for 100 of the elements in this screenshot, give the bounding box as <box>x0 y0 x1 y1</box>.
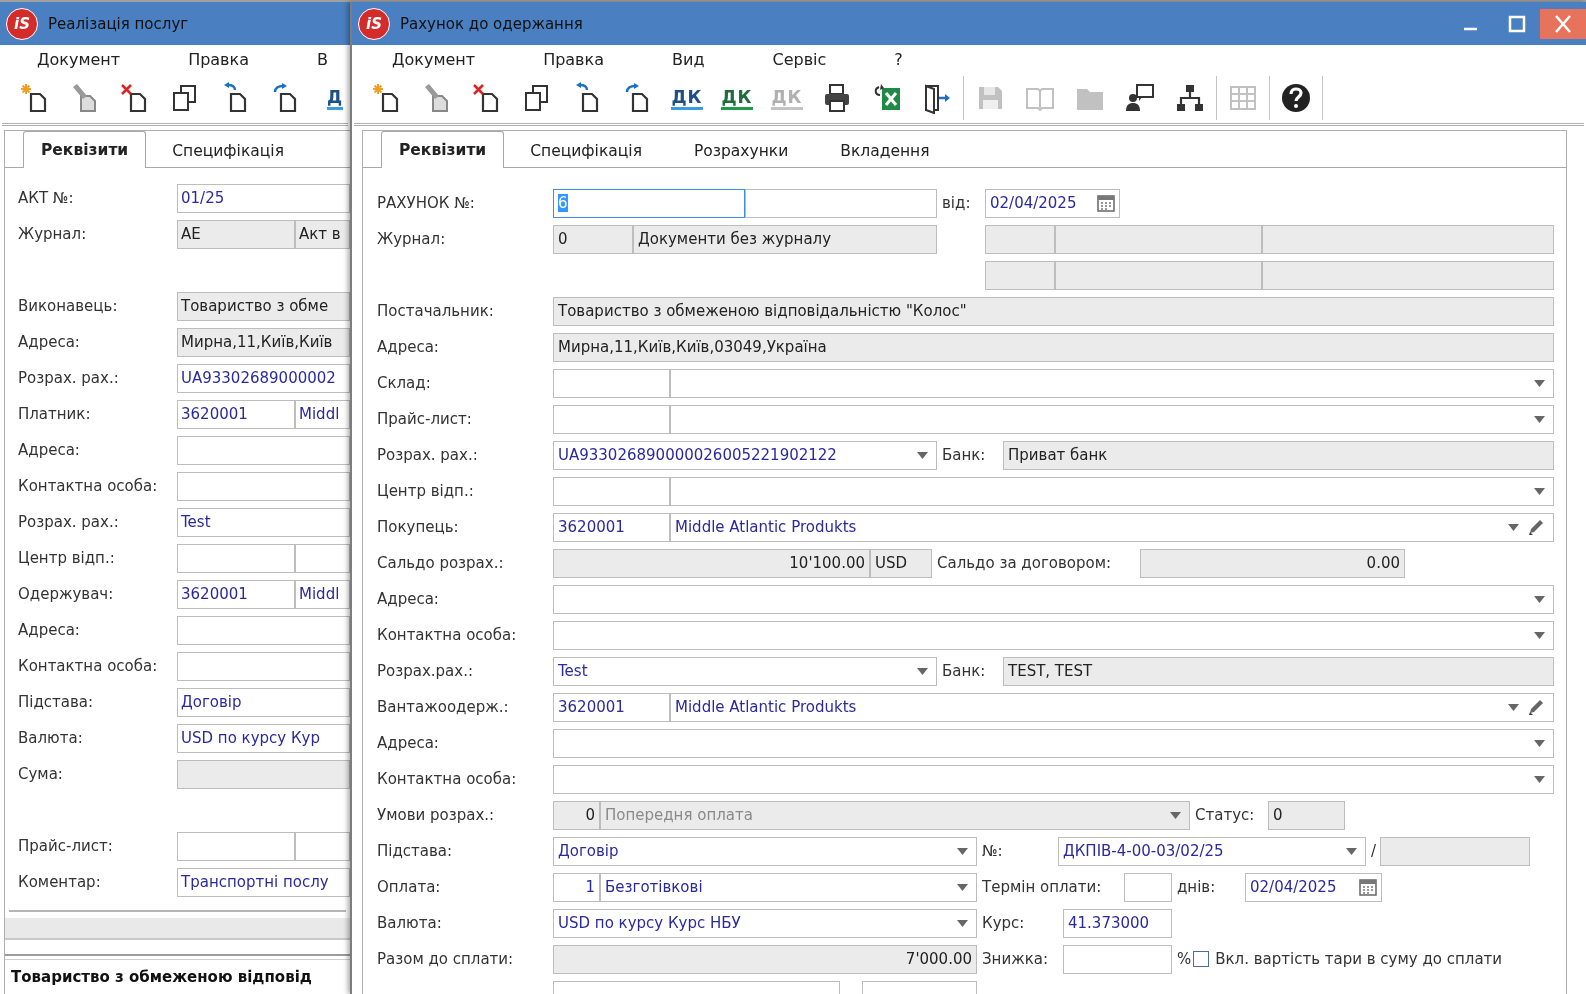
dropdown-field[interactable]: Безготівкові <box>600 872 977 902</box>
field-label: Контактна особа: <box>18 657 158 675</box>
readonly-field: 7'000.00 <box>553 944 977 974</box>
field-label: Центр відп.: <box>377 482 474 500</box>
field-label: Розрах. рах.: <box>377 446 478 464</box>
dropdown-field[interactable] <box>553 728 1554 758</box>
input-field[interactable]: 3620001 <box>177 399 295 429</box>
field-label: Прайс-лист: <box>18 837 113 855</box>
menu-item[interactable]: В <box>317 49 328 69</box>
dropdown-field[interactable] <box>670 368 1554 398</box>
input-field[interactable]: Test <box>177 507 350 537</box>
calendar-icon[interactable] <box>1097 194 1115 212</box>
caret-icon[interactable] <box>957 883 968 891</box>
calendar-icon[interactable] <box>1359 878 1377 896</box>
input-field[interactable]: Middl <box>295 399 350 429</box>
input-field[interactable] <box>1124 872 1172 902</box>
caret-icon[interactable] <box>1534 775 1545 783</box>
field-label: Платник: <box>18 405 91 423</box>
dropdown-field[interactable] <box>553 764 1554 794</box>
caret-icon[interactable] <box>1534 595 1545 603</box>
dropdown-field[interactable] <box>553 584 1554 614</box>
dropdown-field[interactable]: Middle Atlantic Produkts <box>670 512 1554 542</box>
date-field[interactable]: 02/04/2025 <box>985 188 1120 218</box>
caret-icon[interactable] <box>1346 847 1357 855</box>
input-field[interactable] <box>1063 944 1172 974</box>
dropdown-field[interactable]: USD по курсу Курс НБУ <box>553 908 977 938</box>
input-field[interactable]: 41.373000 <box>1063 908 1172 938</box>
menu-item[interactable]: ? <box>894 49 903 69</box>
dropdown-field[interactable] <box>670 476 1554 506</box>
field-label: №: <box>981 842 1003 860</box>
dropdown-field[interactable]: UA933026890000026005221902122 <box>553 440 937 470</box>
hierarchy-icon[interactable] <box>1174 82 1206 114</box>
tab[interactable]: Специфікація <box>146 133 310 167</box>
help-icon[interactable] <box>1280 82 1312 114</box>
input-field[interactable] <box>553 404 670 434</box>
field-label: Підстава: <box>18 693 94 711</box>
input-field[interactable]: 01/25 <box>177 183 350 213</box>
input-field[interactable]: USD по курсу Кур <box>177 723 350 753</box>
input-field[interactable] <box>745 188 937 218</box>
input-field[interactable]: 3620001 <box>553 512 670 542</box>
dropdown-field[interactable] <box>553 620 1554 650</box>
input-field[interactable]: UA93302689000002 <box>177 363 350 393</box>
menu-item[interactable]: Сервіс <box>772 49 827 69</box>
field-label: Адреса: <box>18 621 80 639</box>
pencil-icon[interactable] <box>1527 698 1545 716</box>
input-field[interactable] <box>553 476 670 506</box>
field-label: Журнал: <box>377 230 446 248</box>
caret-icon[interactable] <box>917 451 928 459</box>
caret-icon[interactable] <box>1534 379 1545 387</box>
input-field[interactable]: 1 <box>553 872 600 902</box>
readonly-field: Мирна,11,Київ,Київ <box>177 327 350 357</box>
caret-icon[interactable] <box>957 919 968 927</box>
input-field[interactable] <box>177 615 350 645</box>
user-message-icon[interactable] <box>1124 82 1156 114</box>
input-field[interactable] <box>177 543 295 573</box>
input-field[interactable]: Middl <box>295 579 350 609</box>
caret-icon[interactable] <box>1534 415 1545 423</box>
ledger-button[interactable]: ДК <box>712 76 762 120</box>
caret-icon[interactable] <box>957 847 968 855</box>
caret-icon[interactable] <box>1508 703 1519 711</box>
tab[interactable]: Специфікація <box>504 133 668 167</box>
window-title: Реалізація послуг <box>48 14 189 33</box>
dropdown-field[interactable]: ДКПІВ-4-00-03/02/25 <box>1058 836 1366 866</box>
caret-icon[interactable] <box>1534 631 1545 639</box>
caret-icon[interactable] <box>917 667 928 675</box>
input-field[interactable] <box>177 435 350 465</box>
input-field[interactable] <box>177 831 295 861</box>
menu-item[interactable]: Правка <box>543 49 604 69</box>
readonly-field: Акт в <box>295 219 350 249</box>
input-field[interactable] <box>177 651 350 681</box>
tab[interactable]: Реквізити <box>23 131 147 168</box>
caret-icon[interactable] <box>1534 739 1545 747</box>
readonly-field <box>985 224 1055 254</box>
input-field[interactable]: Транспортні послу <box>177 867 350 897</box>
dropdown-field[interactable]: Договір <box>553 836 977 866</box>
input-field[interactable]: 3620001 <box>177 579 295 609</box>
close-icon[interactable] <box>1540 8 1586 39</box>
dropdown-field[interactable] <box>670 404 1554 434</box>
tab[interactable]: Розрахунки <box>667 133 815 167</box>
dropdown-field[interactable]: Test <box>553 656 937 686</box>
input-field[interactable] <box>295 543 350 573</box>
ledger-button[interactable]: ДК <box>662 76 712 120</box>
input-field[interactable]: Договір <box>177 687 350 717</box>
tab[interactable]: Реквізити <box>381 131 505 168</box>
pencil-icon[interactable] <box>1527 518 1545 536</box>
tab[interactable]: Вкладення <box>814 133 956 167</box>
readonly-field: 0.00 <box>1140 548 1405 578</box>
input-field[interactable] <box>553 368 670 398</box>
menu-item[interactable]: Документ <box>37 49 121 69</box>
menu-item[interactable]: Вид <box>672 49 705 69</box>
input-field[interactable] <box>177 471 350 501</box>
checkbox[interactable] <box>1193 951 1210 967</box>
caret-icon[interactable] <box>1534 487 1545 495</box>
input-field[interactable] <box>295 831 350 861</box>
date-field[interactable]: 02/04/2025 <box>1245 872 1382 902</box>
caret-icon[interactable] <box>1508 523 1519 531</box>
menu-item[interactable]: Правка <box>188 49 249 69</box>
dropdown-field[interactable]: Middle Atlantic Produkts <box>670 692 1554 722</box>
menu-item[interactable]: Документ <box>392 49 476 69</box>
input-field[interactable]: 3620001 <box>553 692 670 722</box>
